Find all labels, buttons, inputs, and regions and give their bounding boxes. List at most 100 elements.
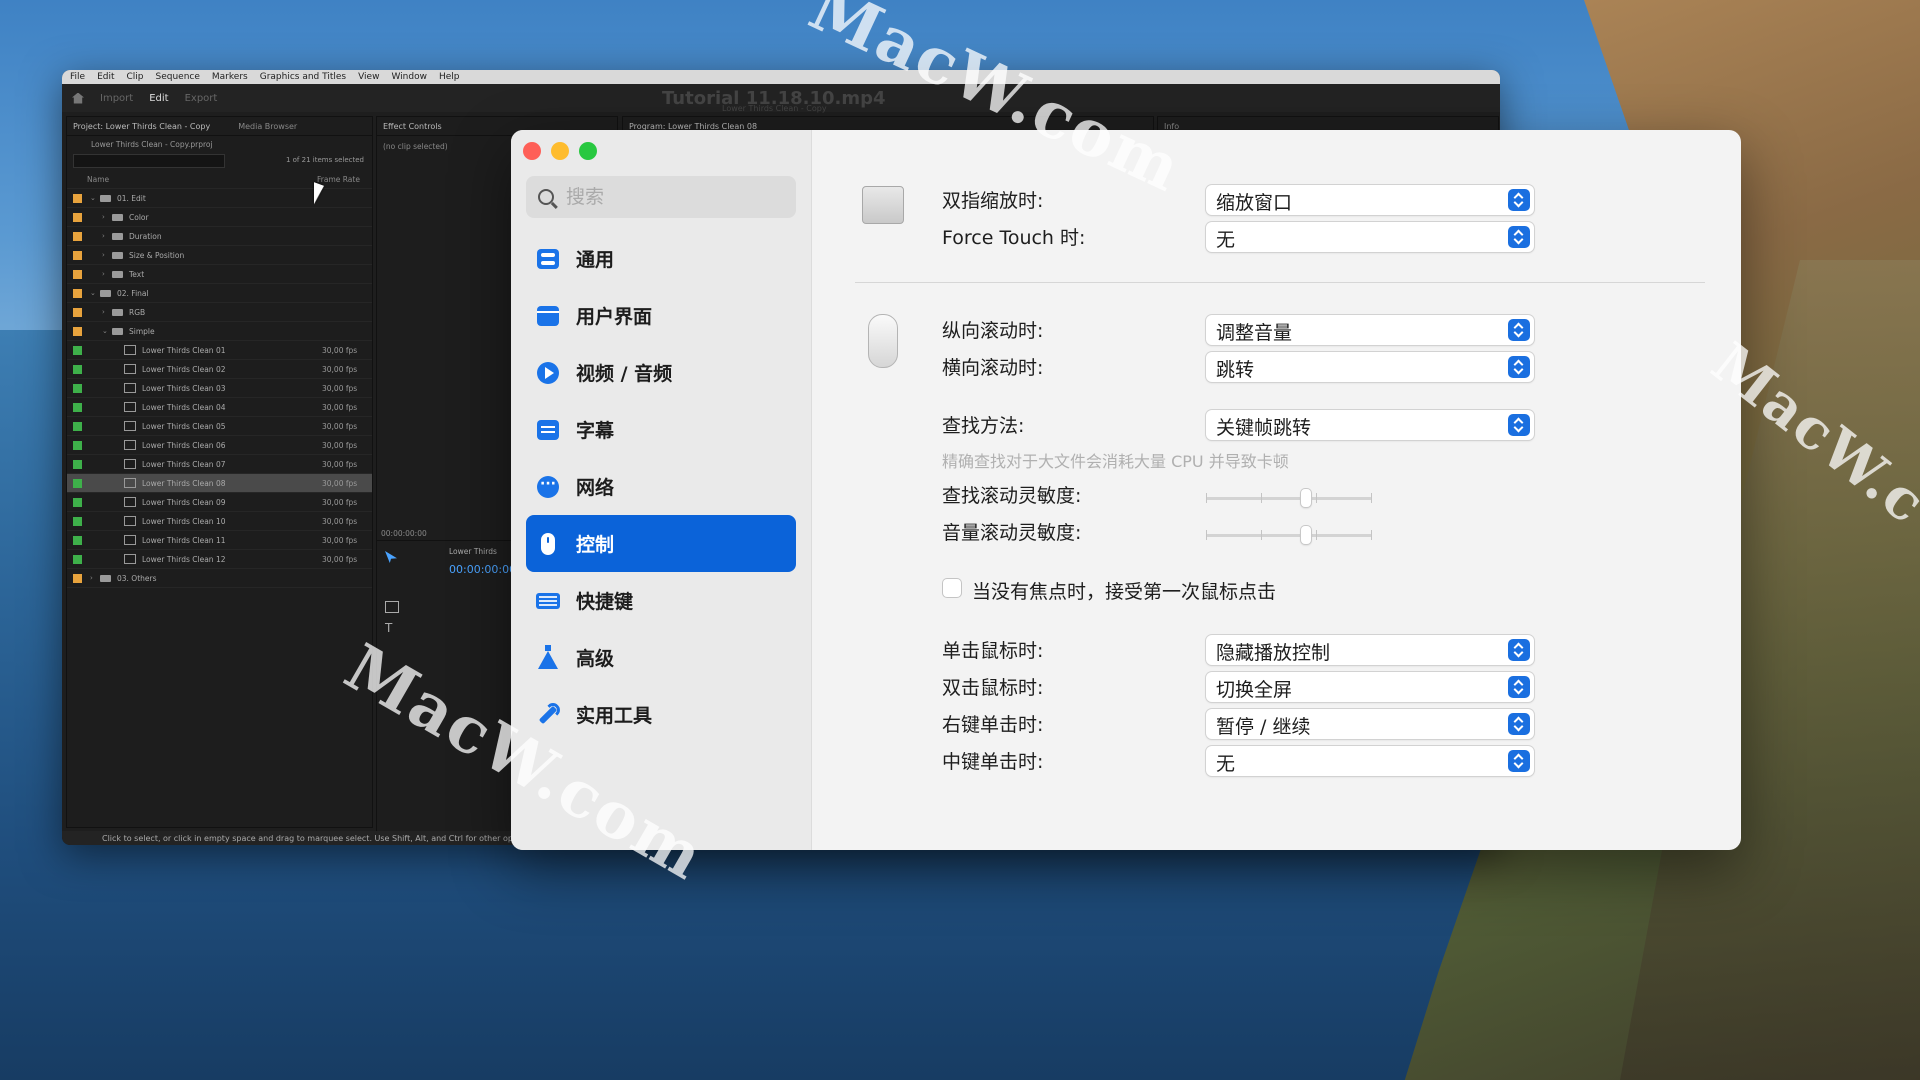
label-color-swatch[interactable] (73, 478, 82, 488)
tab-project[interactable]: Project: Lower Thirds Clean - Copy (73, 122, 210, 131)
chevron-right-icon[interactable]: › (90, 574, 100, 582)
label-color-swatch[interactable] (73, 402, 82, 412)
menu-view[interactable]: View (358, 72, 379, 82)
sidebar-item-network[interactable]: 网络 (526, 458, 796, 515)
middle-click-popup[interactable]: 无 (1206, 746, 1534, 776)
project-folder-row[interactable]: › Duration (67, 227, 372, 246)
project-folder-row[interactable]: ⌄ 02. Final (67, 284, 372, 303)
hscroll-popup[interactable]: 跳转 (1206, 352, 1534, 382)
project-sequence-row[interactable]: Lower Thirds Clean 08 30,00 fps (67, 474, 372, 493)
minimize-button[interactable] (551, 142, 569, 160)
project-folder-row[interactable]: › 03. Others (67, 569, 372, 588)
label-color-swatch[interactable] (73, 459, 82, 469)
project-sequence-row[interactable]: Lower Thirds Clean 07 30,00 fps (67, 455, 372, 474)
menu-help[interactable]: Help (439, 72, 460, 82)
sidebar-item-flask[interactable]: 高级 (526, 629, 796, 686)
chevron-right-icon[interactable]: › (102, 251, 112, 259)
chevron-right-icon[interactable]: › (102, 213, 112, 221)
project-sequence-row[interactable]: Lower Thirds Clean 04 30,00 fps (67, 398, 372, 417)
label-color-swatch[interactable] (73, 421, 82, 431)
project-folder-row[interactable]: › RGB (67, 303, 372, 322)
project-sequence-row[interactable]: Lower Thirds Clean 09 30,00 fps (67, 493, 372, 512)
label-color-swatch[interactable] (73, 231, 82, 241)
sidebar-item-toggle[interactable]: 通用 (526, 230, 796, 287)
slider-knob[interactable] (1300, 489, 1311, 507)
label-color-swatch[interactable] (73, 554, 82, 564)
sidebar-item-keyboard[interactable]: 快捷键 (526, 572, 796, 629)
label-color-swatch[interactable] (73, 383, 82, 393)
project-search-input[interactable] (73, 154, 225, 168)
project-sequence-row[interactable]: Lower Thirds Clean 06 30,00 fps (67, 436, 372, 455)
preferences-window[interactable]: 通用用户界面视频 / 音频字幕网络控制快捷键高级实用工具 双指缩放时: 缩放窗口… (511, 130, 1741, 850)
col-frame-rate[interactable]: Frame Rate (317, 175, 360, 184)
label-color-swatch[interactable] (73, 573, 82, 583)
zoom-button[interactable] (579, 142, 597, 160)
rectangle-tool-icon[interactable] (385, 601, 399, 613)
project-sequence-row[interactable]: Lower Thirds Clean 05 30,00 fps (67, 417, 372, 436)
selection-tool-icon[interactable] (385, 551, 397, 563)
force-touch-popup[interactable]: 无 (1206, 222, 1534, 252)
col-name[interactable]: Name (87, 175, 109, 184)
sidebar-item-play[interactable]: 视频 / 音频 (526, 344, 796, 401)
timeline-timecode[interactable]: 00:00:00:00 (449, 563, 516, 576)
project-folder-row[interactable]: ⌄ Simple (67, 322, 372, 341)
label-color-swatch[interactable] (73, 212, 82, 222)
workspace-edit[interactable]: Edit (149, 93, 168, 104)
chevron-down-icon[interactable]: ⌄ (90, 289, 100, 297)
pinch-popup[interactable]: 缩放窗口 (1206, 185, 1534, 215)
tab-effect-controls[interactable]: Effect Controls (383, 122, 442, 131)
label-color-swatch[interactable] (73, 497, 82, 507)
label-color-swatch[interactable] (73, 364, 82, 374)
close-button[interactable] (523, 142, 541, 160)
label-color-swatch[interactable] (73, 345, 82, 355)
search-field[interactable] (526, 176, 796, 218)
project-folder-row[interactable]: › Color (67, 208, 372, 227)
label-color-swatch[interactable] (73, 269, 82, 279)
menu-file[interactable]: File (70, 72, 85, 82)
project-folder-row[interactable]: › Size & Position (67, 246, 372, 265)
single-click-popup[interactable]: 隐藏播放控制 (1206, 635, 1534, 665)
chevron-down-icon[interactable]: ⌄ (102, 327, 112, 335)
vscroll-popup[interactable]: 调整音量 (1206, 315, 1534, 345)
project-sequence-row[interactable]: Lower Thirds Clean 10 30,00 fps (67, 512, 372, 531)
label-color-swatch[interactable] (73, 440, 82, 450)
first-click-label[interactable]: 当没有焦点时，接受第一次鼠标点击 (972, 577, 1276, 604)
label-color-swatch[interactable] (73, 288, 82, 298)
project-sequence-row[interactable]: Lower Thirds Clean 02 30,00 fps (67, 360, 372, 379)
chevron-right-icon[interactable]: › (102, 232, 112, 240)
chevron-down-icon[interactable]: ⌄ (90, 194, 100, 202)
project-sequence-row[interactable]: Lower Thirds Clean 01 30,00 fps (67, 341, 372, 360)
workspace-export[interactable]: Export (185, 93, 218, 104)
sidebar-item-window[interactable]: 用户界面 (526, 287, 796, 344)
home-icon[interactable] (72, 92, 84, 104)
menu-clip[interactable]: Clip (127, 72, 144, 82)
menu-graphics-and-titles[interactable]: Graphics and Titles (260, 72, 346, 82)
search-input[interactable] (564, 185, 788, 209)
menu-sequence[interactable]: Sequence (156, 72, 200, 82)
menu-markers[interactable]: Markers (212, 72, 248, 82)
double-click-popup[interactable]: 切换全屏 (1206, 672, 1534, 702)
sidebar-item-subtitle[interactable]: 字幕 (526, 401, 796, 458)
label-color-swatch[interactable] (73, 535, 82, 545)
chevron-right-icon[interactable]: › (102, 308, 112, 316)
seek-sensitivity-slider[interactable] (1206, 488, 1372, 508)
sidebar-item-wrench[interactable]: 实用工具 (526, 686, 796, 743)
label-color-swatch[interactable] (73, 307, 82, 317)
project-folder-row[interactable]: › Text (67, 265, 372, 284)
project-sequence-row[interactable]: Lower Thirds Clean 12 30,00 fps (67, 550, 372, 569)
seek-method-popup[interactable]: 关键帧跳转 (1206, 410, 1534, 440)
right-click-popup[interactable]: 暂停 / 继续 (1206, 709, 1534, 739)
volume-sensitivity-slider[interactable] (1206, 525, 1372, 545)
menu-window[interactable]: Window (391, 72, 427, 82)
type-tool-icon[interactable]: T (385, 621, 392, 635)
label-color-swatch[interactable] (73, 516, 82, 526)
first-click-checkbox[interactable] (943, 579, 961, 597)
menu-edit[interactable]: Edit (97, 72, 114, 82)
label-color-swatch[interactable] (73, 250, 82, 260)
tab-media-browser[interactable]: Media Browser (238, 122, 297, 131)
project-sequence-row[interactable]: Lower Thirds Clean 03 30,00 fps (67, 379, 372, 398)
label-color-swatch[interactable] (73, 193, 82, 203)
chevron-right-icon[interactable]: › (102, 270, 112, 278)
project-sequence-row[interactable]: Lower Thirds Clean 11 30,00 fps (67, 531, 372, 550)
sidebar-item-mouse[interactable]: 控制 (526, 515, 796, 572)
